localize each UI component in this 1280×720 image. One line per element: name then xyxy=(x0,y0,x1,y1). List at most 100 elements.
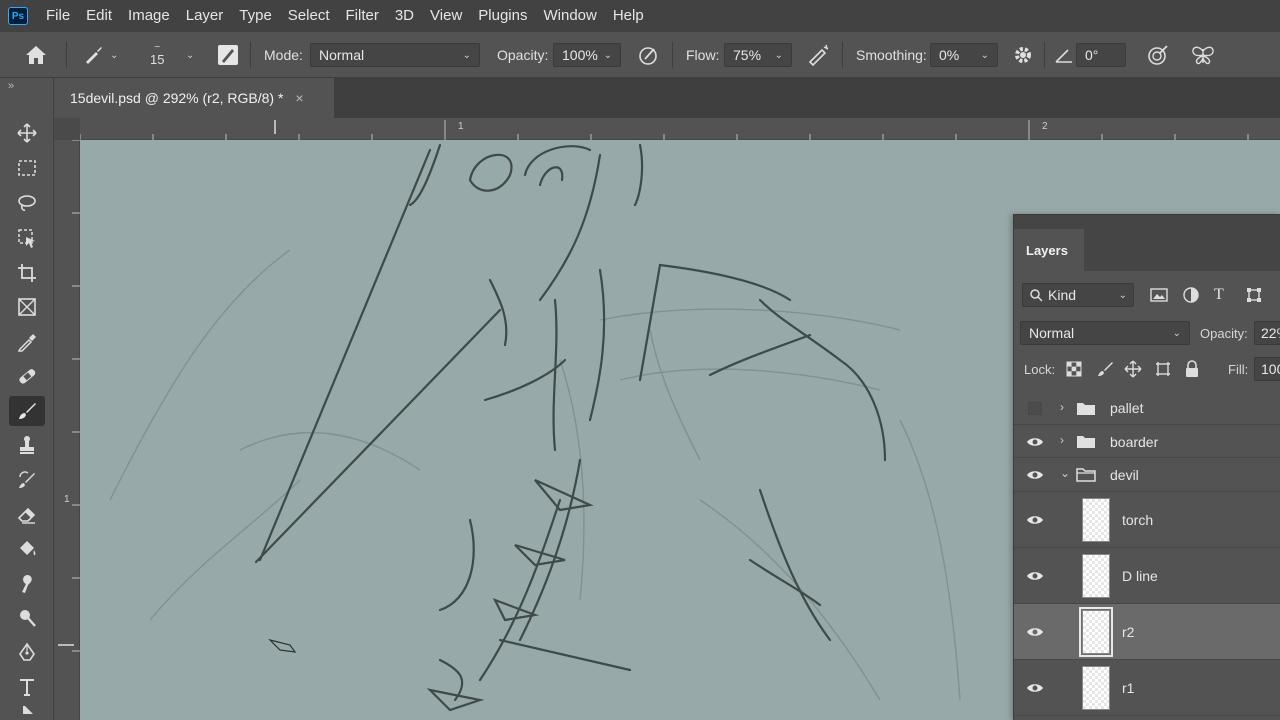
image-filter-icon[interactable] xyxy=(1150,287,1168,303)
pen-tool[interactable] xyxy=(9,638,45,668)
smoothing-field[interactable]: 0% ⌄ xyxy=(930,43,998,67)
layer-thumbnail xyxy=(1079,607,1113,657)
menu-layer[interactable]: Layer xyxy=(178,0,232,32)
eye-icon[interactable] xyxy=(1026,514,1044,526)
layer-row-selected[interactable]: r2 xyxy=(1014,604,1280,660)
blend-mode-select[interactable]: Normal ⌄ xyxy=(1020,321,1190,345)
layers-tab[interactable]: Layers xyxy=(1014,229,1084,271)
gear-icon xyxy=(1015,47,1031,63)
collapse-arrow-icon[interactable]: ⌄ xyxy=(1060,466,1070,480)
bandage-icon xyxy=(19,369,36,384)
layer-group-row[interactable]: ⌄ devil xyxy=(1014,458,1280,492)
opacity-label: Opacity: xyxy=(497,47,549,63)
menu-image[interactable]: Image xyxy=(120,0,178,32)
healing-brush-tool[interactable] xyxy=(9,361,45,391)
menu-edit[interactable]: Edit xyxy=(78,0,120,32)
eye-icon[interactable] xyxy=(1026,436,1044,448)
blend-opacity-row: Normal ⌄ Opacity: 22% xyxy=(1014,319,1280,347)
mode-label: Mode: xyxy=(264,47,303,63)
lock-fill-row: Lock: Fill: 100% xyxy=(1014,355,1280,383)
airbrush-toggle[interactable] xyxy=(806,32,830,78)
layer-row[interactable]: torch xyxy=(1014,492,1280,548)
tool-preset-picker[interactable]: ⌄ xyxy=(82,32,118,78)
brush-preset-icon xyxy=(86,47,102,64)
paint-bucket-tool[interactable] xyxy=(9,534,45,564)
visibility-toggle-off[interactable] xyxy=(1028,402,1042,415)
expand-arrow-icon[interactable]: › xyxy=(1060,400,1064,414)
brush-size-picker[interactable]: ~ 15 xyxy=(150,32,164,78)
menu-plugins[interactable]: Plugins xyxy=(470,0,535,32)
opacity-field[interactable]: 100% ⌄ xyxy=(553,43,621,67)
lasso-tool[interactable] xyxy=(9,188,45,218)
smudge-icon xyxy=(22,575,32,593)
object-selection-tool[interactable] xyxy=(9,223,45,253)
history-brush-tool[interactable] xyxy=(9,465,45,495)
mode-select[interactable]: Normal ⌄ xyxy=(310,43,480,67)
pressure-opacity-toggle[interactable] xyxy=(637,32,659,78)
menu-filter[interactable]: Filter xyxy=(338,0,387,32)
angle-value: 0° xyxy=(1085,47,1099,63)
eraser-tool[interactable] xyxy=(9,499,45,529)
layer-name: devil xyxy=(1110,467,1139,483)
folder-icon xyxy=(1077,436,1095,448)
lock-pixels-icon[interactable] xyxy=(1096,360,1114,378)
flow-field[interactable]: 75% ⌄ xyxy=(724,43,792,67)
smoothing-options-button[interactable] xyxy=(1012,32,1034,78)
pressure-size-toggle[interactable] xyxy=(1146,32,1170,78)
lock-artboard-icon[interactable] xyxy=(1154,360,1172,378)
horizontal-ruler[interactable]: 1 2 xyxy=(80,118,1280,140)
document-tab[interactable]: 15devil.psd @ 292% (r2, RGB/8) * × xyxy=(54,78,334,118)
eye-icon[interactable] xyxy=(1026,469,1044,481)
chevron-down-icon[interactable]: ⌄ xyxy=(186,50,194,61)
symmetry-button[interactable] xyxy=(1190,32,1216,78)
menu-window[interactable]: Window xyxy=(535,0,604,32)
history-brush-icon xyxy=(19,471,35,488)
menu-3d[interactable]: 3D xyxy=(387,0,422,32)
menu-help[interactable]: Help xyxy=(605,0,652,32)
layer-opacity-field[interactable]: 22% xyxy=(1254,321,1280,345)
close-icon[interactable]: × xyxy=(295,90,303,106)
crop-tool[interactable] xyxy=(9,258,45,288)
path-selection-tool[interactable] xyxy=(9,706,45,720)
flow-value: 75% xyxy=(733,47,762,63)
lock-position-icon[interactable] xyxy=(1124,360,1142,378)
brush-settings-icon xyxy=(218,45,238,65)
ruler-origin[interactable] xyxy=(54,118,80,140)
layer-group-row[interactable]: › pallet xyxy=(1014,391,1280,425)
menu-select[interactable]: Select xyxy=(280,0,338,32)
layer-row[interactable]: r1 xyxy=(1014,660,1280,716)
eye-icon[interactable] xyxy=(1026,682,1044,694)
eyedropper-tool[interactable] xyxy=(9,327,45,357)
search-icon xyxy=(1030,289,1043,302)
home-button[interactable] xyxy=(24,32,48,78)
angle-field[interactable]: 0° xyxy=(1076,43,1126,67)
layer-group-row[interactable]: › boarder xyxy=(1014,425,1280,458)
brush-settings-toggle[interactable] xyxy=(216,32,240,78)
filter-kind-select[interactable]: Kind ⌄ xyxy=(1022,283,1134,307)
menu-type[interactable]: Type xyxy=(231,0,280,32)
type-tool[interactable] xyxy=(9,672,45,702)
menu-view[interactable]: View xyxy=(422,0,470,32)
move-tool[interactable] xyxy=(9,118,45,148)
frame-tool[interactable] xyxy=(9,292,45,322)
adjustment-filter-icon[interactable] xyxy=(1182,286,1200,304)
type-filter-icon[interactable]: T xyxy=(1214,286,1224,304)
layer-name: torch xyxy=(1122,512,1154,528)
vertical-ruler[interactable]: 1 xyxy=(54,140,80,720)
lock-transparency-icon[interactable] xyxy=(1066,361,1082,377)
eye-icon[interactable] xyxy=(1026,626,1044,638)
marquee-tool[interactable] xyxy=(9,153,45,183)
collapse-toolbar-icon[interactable]: » xyxy=(8,80,14,92)
lock-all-icon[interactable] xyxy=(1184,360,1200,378)
smudge-tool[interactable] xyxy=(9,568,45,598)
expand-arrow-icon[interactable]: › xyxy=(1060,433,1064,447)
fill-field[interactable]: 100% xyxy=(1254,357,1280,381)
dodge-tool[interactable] xyxy=(9,603,45,633)
eye-icon[interactable] xyxy=(1026,570,1044,582)
shape-filter-icon[interactable] xyxy=(1246,287,1262,303)
menu-file[interactable]: File xyxy=(38,0,78,32)
brush-tool[interactable] xyxy=(9,396,45,426)
clone-stamp-tool[interactable] xyxy=(9,430,45,460)
layer-row[interactable]: D line xyxy=(1014,548,1280,604)
photoshop-logo[interactable]: Ps xyxy=(8,7,28,25)
